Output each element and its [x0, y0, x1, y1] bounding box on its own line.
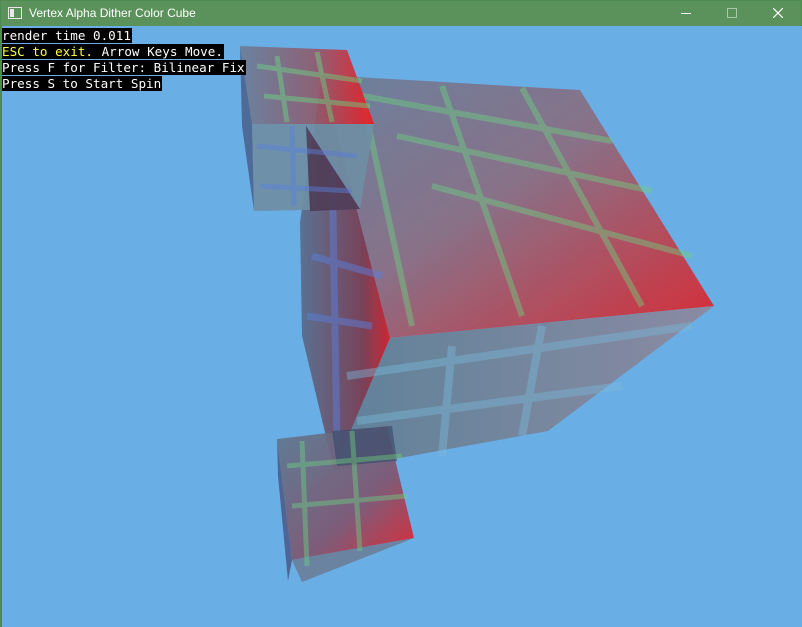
render-time-text: render time 0.011: [2, 28, 132, 43]
arrow-keys-hint-text: Arrow Keys Move.: [94, 44, 224, 59]
maximize-icon: [727, 8, 737, 18]
small-cube-bottom: [277, 426, 414, 582]
minimize-button[interactable]: [663, 1, 709, 26]
hud-overlay: render time 0.011 ESC to exit. Arrow Key…: [2, 28, 246, 92]
close-icon: [773, 8, 783, 18]
window-title: Vertex Alpha Dither Color Cube: [29, 6, 196, 20]
maximize-button[interactable]: [709, 1, 755, 26]
minimize-icon: [681, 13, 691, 14]
small-cube-top: [240, 46, 374, 211]
render-viewport[interactable]: render time 0.011 ESC to exit. Arrow Key…: [2, 26, 802, 627]
app-window: Vertex Alpha Dither Color Cube render ti…: [0, 0, 802, 627]
cube-scene: [240, 46, 714, 582]
app-icon[interactable]: [8, 7, 22, 19]
title-bar[interactable]: Vertex Alpha Dither Color Cube: [1, 1, 801, 26]
esc-hint-text: ESC to exit.: [2, 44, 94, 59]
filter-hint-text: Press F for Filter: Bilinear Fix: [2, 60, 246, 75]
close-button[interactable]: [755, 1, 801, 26]
spin-hint-text: Press S to Start Spin: [2, 76, 163, 91]
